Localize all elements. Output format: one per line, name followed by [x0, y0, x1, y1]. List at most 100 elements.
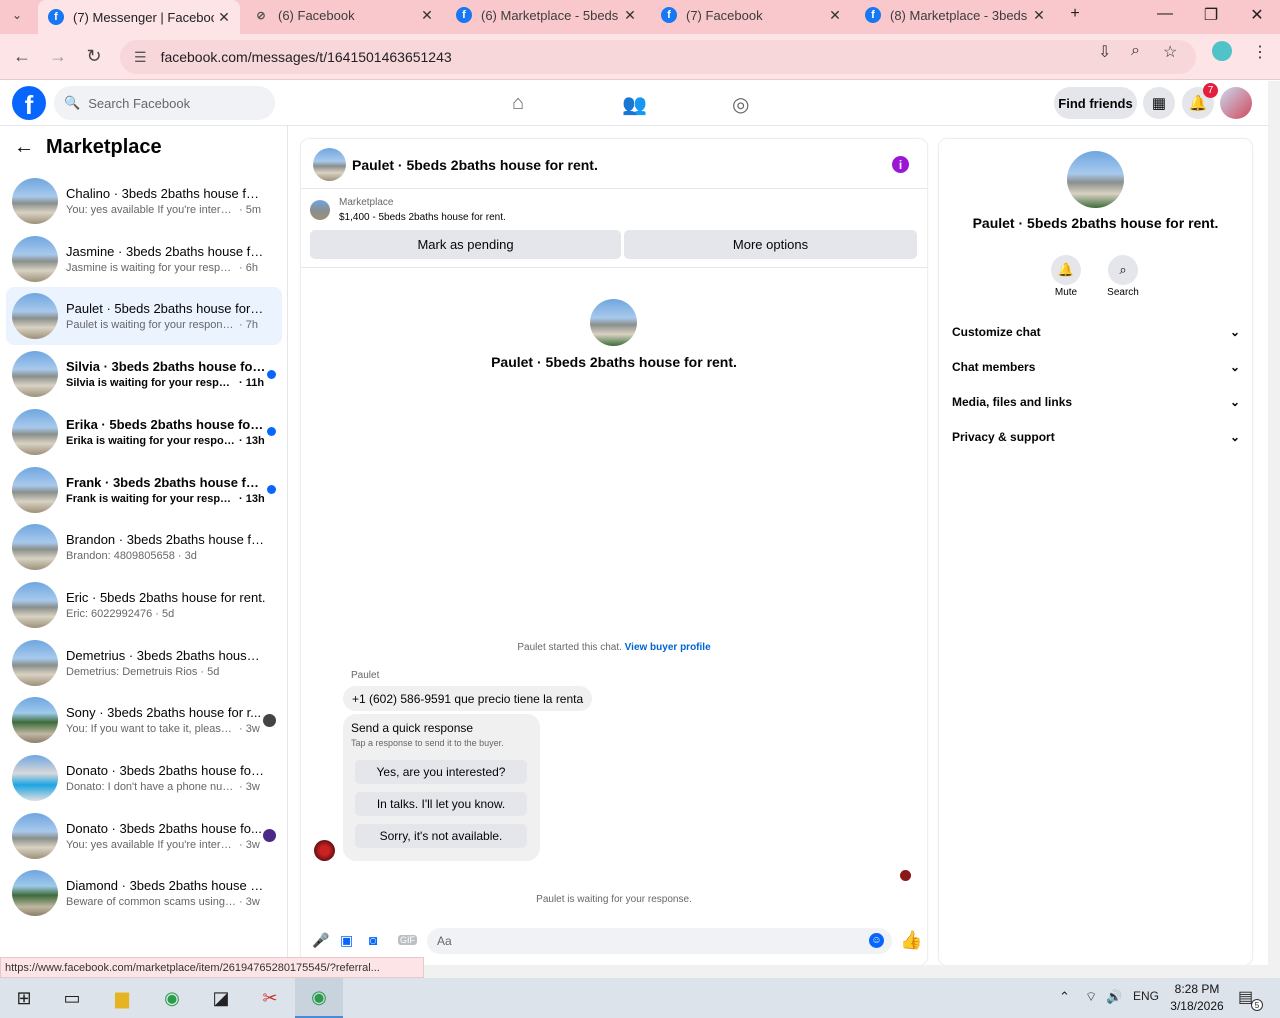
microphone-icon[interactable]: 🎤	[312, 932, 329, 949]
conversation-item[interactable]: Diamond · 3beds 2baths house for... Bewar…	[6, 864, 282, 922]
facebook-search-input[interactable]: 🔍 Search Facebook	[54, 86, 275, 120]
snipping-tool-icon[interactable]: ✂	[246, 978, 294, 1018]
sender-avatar	[314, 840, 335, 861]
restore-icon[interactable]: ❐	[1196, 5, 1226, 25]
mark-pending-button[interactable]: Mark as pending	[310, 230, 621, 259]
more-options-button[interactable]: More options	[624, 230, 917, 259]
clock[interactable]: 8:28 PM 3/18/2026	[1163, 981, 1231, 1015]
conversation-time: · 6h	[239, 261, 258, 274]
photo-icon[interactable]: ▣	[340, 932, 353, 949]
seen-avatar	[263, 829, 276, 843]
gif-icon[interactable]: GIF	[398, 935, 417, 945]
conversation-item[interactable]: Erika · 5beds 2baths house for re... Erik…	[6, 403, 282, 461]
conversation-item[interactable]: Sony · 3beds 2baths house for r... You: I…	[6, 691, 282, 749]
like-thumb-icon[interactable]: 👍	[900, 930, 922, 951]
sticker-icon[interactable]: ◙	[369, 932, 377, 948]
chrome-icon[interactable]: ◉	[295, 978, 343, 1018]
conversation-message: Jasmine is waiting for your response.	[66, 261, 236, 274]
section-customize-chat[interactable]: Customize chat ⌄	[952, 325, 1240, 339]
tab-search-button[interactable]: ⌄	[0, 0, 34, 30]
chrome-profile-icon[interactable]: ◉	[148, 978, 196, 1018]
tab-marketplace-3beds[interactable]: f (8) Marketplace - 3beds 2 ✕	[855, 0, 1055, 30]
section-chat-members[interactable]: Chat members ⌄	[952, 360, 1240, 374]
conversation-item[interactable]: Chalino · 3beds 2baths house for r... You…	[6, 172, 282, 230]
search-label: Search	[1107, 287, 1139, 298]
close-tab-icon[interactable]: ✕	[825, 7, 845, 24]
new-tab-icon[interactable]: +	[1060, 5, 1090, 23]
section-media-files-links[interactable]: Media, files and links ⌄	[952, 395, 1240, 409]
menu-dots-icon[interactable]: ⋮	[1252, 42, 1268, 62]
install-app-icon[interactable]: ⇩	[1098, 42, 1111, 62]
site-settings-icon[interactable]: ☰	[134, 49, 147, 66]
conversation-item[interactable]: Silvia · 3beds 2baths house for r... Silv…	[6, 345, 282, 403]
quick-reply-button[interactable]: Yes, are you interested?	[355, 760, 527, 784]
menu-grid-icon[interactable]: ▦	[1143, 87, 1175, 119]
volume-icon[interactable]: 🔊	[1106, 989, 1122, 1005]
search-icon[interactable]: ⌕	[1108, 255, 1138, 285]
conversation-avatar	[12, 293, 58, 340]
facebook-logo-icon[interactable]: f	[12, 86, 46, 120]
reload-icon[interactable]: ↻	[82, 46, 106, 67]
forward-icon[interactable]: →	[46, 46, 70, 67]
close-tab-icon[interactable]: ✕	[1029, 7, 1049, 24]
groups-icon[interactable]: ◎	[732, 92, 749, 117]
windows-start-icon[interactable]: ⊞	[0, 978, 48, 1018]
conversation-avatar	[12, 466, 58, 513]
conversation-name: Frank · 3beds 2baths house for r...	[66, 474, 266, 490]
page-scrollbar[interactable]	[1268, 81, 1280, 978]
file-explorer-icon[interactable]: ▆	[98, 978, 146, 1018]
close-tab-icon[interactable]: ✕	[620, 7, 640, 24]
tab-facebook-1[interactable]: ⊘ (6) Facebook ✕	[243, 0, 443, 30]
message-bubble[interactable]: +1 (602) 586-9591 que precio tiene la re…	[343, 686, 593, 711]
windows-taskbar: ⊞ ▭ ▆ ◉ ◪ ✂ ◉ ⌃ ⌔ 🔊 ENG 8:28 PM 3/18/202…	[0, 978, 1280, 1018]
chat-title[interactable]: Paulet · 5beds 2baths house for rent.	[352, 157, 598, 173]
conversation-item[interactable]: Donato · 3beds 2baths house fo... You: ye…	[6, 807, 282, 865]
close-window-icon[interactable]: ✕	[1242, 5, 1272, 25]
home-icon[interactable]: ⌂	[512, 92, 524, 115]
conversation-item[interactable]: Donato · 3beds 2baths house for r... Dona…	[6, 749, 282, 807]
info-icon[interactable]: i	[892, 156, 909, 173]
find-friends-button[interactable]: Find friends	[1054, 87, 1137, 119]
tab-facebook-2[interactable]: f (7) Facebook ✕	[651, 0, 851, 30]
language-indicator[interactable]: ENG	[1133, 989, 1159, 1003]
emoji-icon[interactable]: ☺	[869, 933, 884, 948]
started-text: Paulet started this chat.	[517, 642, 622, 653]
conversation-item[interactable]: Brandon · 3beds 2baths house for ... Bran…	[6, 518, 282, 576]
quick-reply-button[interactable]: In talks. I'll let you know.	[355, 792, 527, 816]
tab-marketplace-5beds[interactable]: f (6) Marketplace - 5beds 2 ✕	[446, 0, 646, 30]
task-view-icon[interactable]: ▭	[48, 978, 96, 1018]
conversation-item[interactable]: Demetrius · 3beds 2baths house fo... Deme…	[6, 634, 282, 692]
conversation-time: · 3d	[177, 550, 197, 563]
minimize-icon[interactable]: —	[1150, 5, 1180, 23]
section-privacy-support[interactable]: Privacy & support ⌄	[952, 430, 1240, 444]
bookmark-star-icon[interactable]: ☆	[1163, 42, 1177, 62]
back-arrow-icon[interactable]: ←	[14, 136, 34, 159]
sticky-notes-icon[interactable]: ◪	[197, 978, 245, 1018]
message-input[interactable]: Aa	[427, 928, 892, 954]
conversation-item[interactable]: Jasmine · 3beds 2baths house for r... Jas…	[6, 230, 282, 288]
conversation-text: Brandon · 3beds 2baths house for ... Bran…	[66, 532, 266, 562]
friends-icon[interactable]: 👥	[622, 92, 647, 117]
back-icon[interactable]: ←	[10, 46, 34, 67]
conversation-item[interactable]: Frank · 3beds 2baths house for r... Frank…	[6, 461, 282, 519]
close-tab-icon[interactable]: ✕	[214, 9, 234, 26]
profile-icon[interactable]	[1212, 41, 1232, 61]
account-avatar[interactable]	[1220, 87, 1252, 119]
tray-chevron-up-icon[interactable]: ⌃	[1059, 989, 1070, 1005]
zoom-icon[interactable]: ⌕	[1131, 42, 1140, 60]
conversation-time: · 3w	[239, 896, 260, 909]
close-tab-icon[interactable]: ✕	[417, 7, 437, 24]
url-text: facebook.com/messages/t/1641501463651243	[160, 49, 452, 65]
conversation-item[interactable]: Eric · 5beds 2baths house for rent. Eric:…	[6, 576, 282, 634]
chat-avatar[interactable]	[313, 148, 346, 181]
mute-bell-icon[interactable]: 🔔	[1051, 255, 1081, 285]
chat-started-notice: Paulet started this chat. View buyer pro…	[301, 642, 927, 653]
section-label: Media, files and links	[952, 395, 1073, 409]
quick-reply-button[interactable]: Sorry, it's not available.	[355, 824, 527, 848]
marketplace-sidebar: ← Marketplace Chalino · 3beds 2baths hou…	[0, 126, 288, 978]
address-bar[interactable]: ☰ facebook.com/messages/t/16415014636512…	[120, 40, 1196, 74]
conversation-item[interactable]: Paulet · 5beds 2baths house for re... Pau…	[6, 287, 282, 346]
view-buyer-profile-link[interactable]: View buyer profile	[625, 642, 711, 653]
wifi-icon[interactable]: ⌔	[1085, 989, 1097, 1005]
tab-messenger[interactable]: f (7) Messenger | Facebook ✕	[38, 0, 240, 34]
